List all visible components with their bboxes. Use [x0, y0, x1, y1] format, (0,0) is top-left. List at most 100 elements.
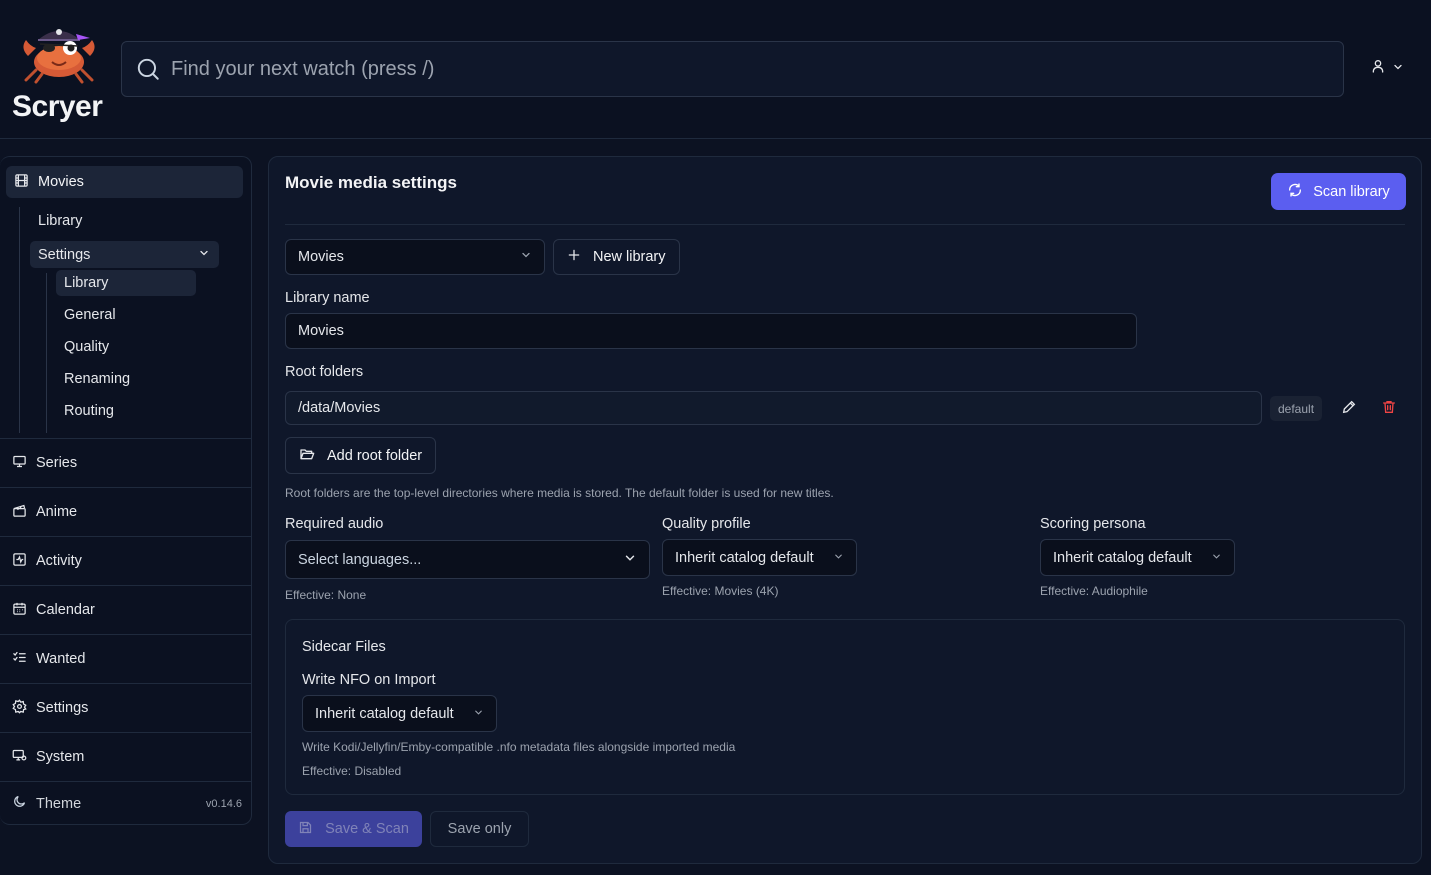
- settings-subitem-library[interactable]: Library: [56, 270, 196, 296]
- search-icon: [135, 56, 161, 82]
- scoring-persona-effective: Effective: Audiophile: [1040, 584, 1148, 598]
- chevron-down-icon: [1392, 60, 1404, 76]
- tree-line: [19, 207, 20, 433]
- search-bar[interactable]: [121, 41, 1344, 97]
- sidecar-title: Sidecar Files: [302, 639, 386, 655]
- theme-toggle[interactable]: Theme v0.14.6: [0, 781, 251, 825]
- sidebar-item-wanted[interactable]: Wanted: [0, 634, 251, 683]
- chevron-down-icon: [833, 550, 844, 566]
- scan-library-label: Scan library: [1313, 183, 1390, 200]
- page-title: Movie media settings: [285, 173, 457, 192]
- chevron-down-icon: [473, 706, 484, 722]
- sidebar-item-movies[interactable]: Movies: [6, 166, 243, 198]
- nfo-label: Write NFO on Import: [302, 672, 436, 688]
- top-header: Scryer: [0, 0, 1431, 139]
- version-label: v0.14.6: [205, 797, 242, 810]
- library-name-value: Movies: [298, 323, 344, 339]
- moon-icon: [12, 794, 27, 813]
- trash-icon: [1381, 399, 1397, 418]
- sidebar-item-calendar[interactable]: Calendar: [0, 585, 251, 634]
- add-root-folder-label: Add root folder: [327, 447, 423, 464]
- sidebar: Movies Library Settings Library General …: [0, 156, 252, 825]
- monitor-icon: [12, 454, 27, 473]
- main-panel: Movie media settings Scan library Movies…: [268, 156, 1422, 864]
- root-folder-row[interactable]: /data/Movies: [285, 391, 1262, 425]
- required-audio-effective: Effective: None: [285, 588, 367, 602]
- sidebar-item-label: Calendar: [36, 602, 95, 618]
- user-menu[interactable]: [1370, 58, 1404, 77]
- sidebar-item-system[interactable]: System: [0, 732, 251, 781]
- scan-library-button[interactable]: Scan library: [1271, 173, 1406, 210]
- chevron-down-icon: [623, 551, 637, 569]
- gear-icon: [12, 698, 27, 718]
- search-input[interactable]: [171, 57, 1343, 81]
- pencil-icon: [1341, 399, 1357, 418]
- library-select-value: Movies: [298, 249, 344, 265]
- sidebar-item-label: Activity: [36, 553, 82, 569]
- required-audio-select[interactable]: Select languages...: [285, 540, 650, 579]
- clapperboard-icon: [12, 503, 27, 522]
- add-root-folder-button[interactable]: Add root folder: [285, 437, 437, 474]
- scoring-persona-value: Inherit catalog default: [1053, 549, 1192, 566]
- sidebar-item-activity[interactable]: Activity: [0, 536, 251, 585]
- system-icon: [12, 748, 27, 767]
- list-checks-icon: [12, 650, 27, 669]
- save-only-button[interactable]: Save only: [430, 811, 529, 847]
- refresh-icon: [1287, 182, 1303, 202]
- sidebar-item-label: Anime: [36, 504, 78, 520]
- app-name: Scryer: [12, 90, 103, 123]
- root-folders-help: Root folders are the top-level directori…: [285, 486, 834, 500]
- quality-profile-effective: Effective: Movies (4K): [662, 584, 779, 598]
- save-icon: [298, 820, 313, 839]
- sidebar-subitem-settings[interactable]: Settings: [30, 241, 219, 268]
- nfo-help: Write Kodi/Jellyfin/Emby-compatible .nfo…: [302, 740, 736, 754]
- delete-folder-button[interactable]: [1378, 397, 1400, 419]
- scryer-logo-icon[interactable]: [16, 18, 102, 84]
- quality-profile-select[interactable]: Inherit catalog default: [662, 539, 857, 576]
- sidebar-item-label: Movies: [38, 174, 84, 190]
- sidebar-item-label: Settings: [36, 700, 89, 716]
- sidebar-item-anime[interactable]: Anime: [0, 487, 251, 536]
- root-folders-label: Root folders: [285, 364, 364, 380]
- quality-profile-value: Inherit catalog default: [675, 549, 814, 566]
- sidebar-item-label: Settings: [38, 246, 91, 263]
- settings-subitem-renaming[interactable]: Renaming: [56, 366, 130, 392]
- chevron-down-icon: [198, 247, 210, 263]
- nfo-value: Inherit catalog default: [315, 705, 454, 722]
- library-select[interactable]: Movies: [285, 239, 545, 275]
- sidecar-files-section: Sidecar Files Write NFO on Import Inheri…: [285, 619, 1405, 795]
- quality-profile-label: Quality profile: [662, 516, 751, 532]
- root-folder-path: /data/Movies: [298, 400, 381, 416]
- nfo-select[interactable]: Inherit catalog default: [302, 695, 497, 732]
- plus-icon: [567, 248, 581, 266]
- settings-subitem-general[interactable]: General: [56, 302, 116, 328]
- user-icon: [1370, 58, 1386, 77]
- new-library-button[interactable]: New library: [553, 239, 680, 275]
- save-and-scan-label: Save & Scan: [325, 821, 409, 837]
- film-icon: [14, 173, 29, 192]
- folder-open-icon: [299, 446, 315, 466]
- edit-folder-button[interactable]: [1338, 397, 1360, 419]
- scoring-persona-label: Scoring persona: [1040, 516, 1146, 532]
- chevron-down-icon: [520, 249, 532, 265]
- sidebar-item-label: Series: [36, 455, 78, 471]
- chevron-down-icon: [1211, 550, 1222, 566]
- required-audio-placeholder: Select languages...: [298, 551, 422, 568]
- sidebar-item-settings[interactable]: Settings: [0, 683, 251, 732]
- sidebar-item-series[interactable]: Series: [0, 438, 251, 487]
- calendar-icon: [12, 601, 27, 620]
- settings-subitem-quality[interactable]: Quality: [56, 334, 109, 360]
- required-audio-label: Required audio: [285, 516, 384, 532]
- scoring-persona-select[interactable]: Inherit catalog default: [1040, 539, 1235, 576]
- new-library-label: New library: [593, 249, 666, 265]
- divider: [285, 224, 1405, 225]
- save-and-scan-button[interactable]: Save & Scan: [285, 811, 422, 847]
- tree-line: [46, 273, 47, 433]
- default-badge: default: [1270, 396, 1323, 421]
- sidebar-subitem-library[interactable]: Library: [30, 208, 82, 234]
- library-name-input[interactable]: Movies: [285, 313, 1137, 349]
- library-name-label: Library name: [285, 290, 370, 306]
- sidebar-item-label: System: [36, 749, 85, 765]
- theme-label: Theme: [36, 795, 82, 812]
- settings-subitem-routing[interactable]: Routing: [56, 398, 114, 424]
